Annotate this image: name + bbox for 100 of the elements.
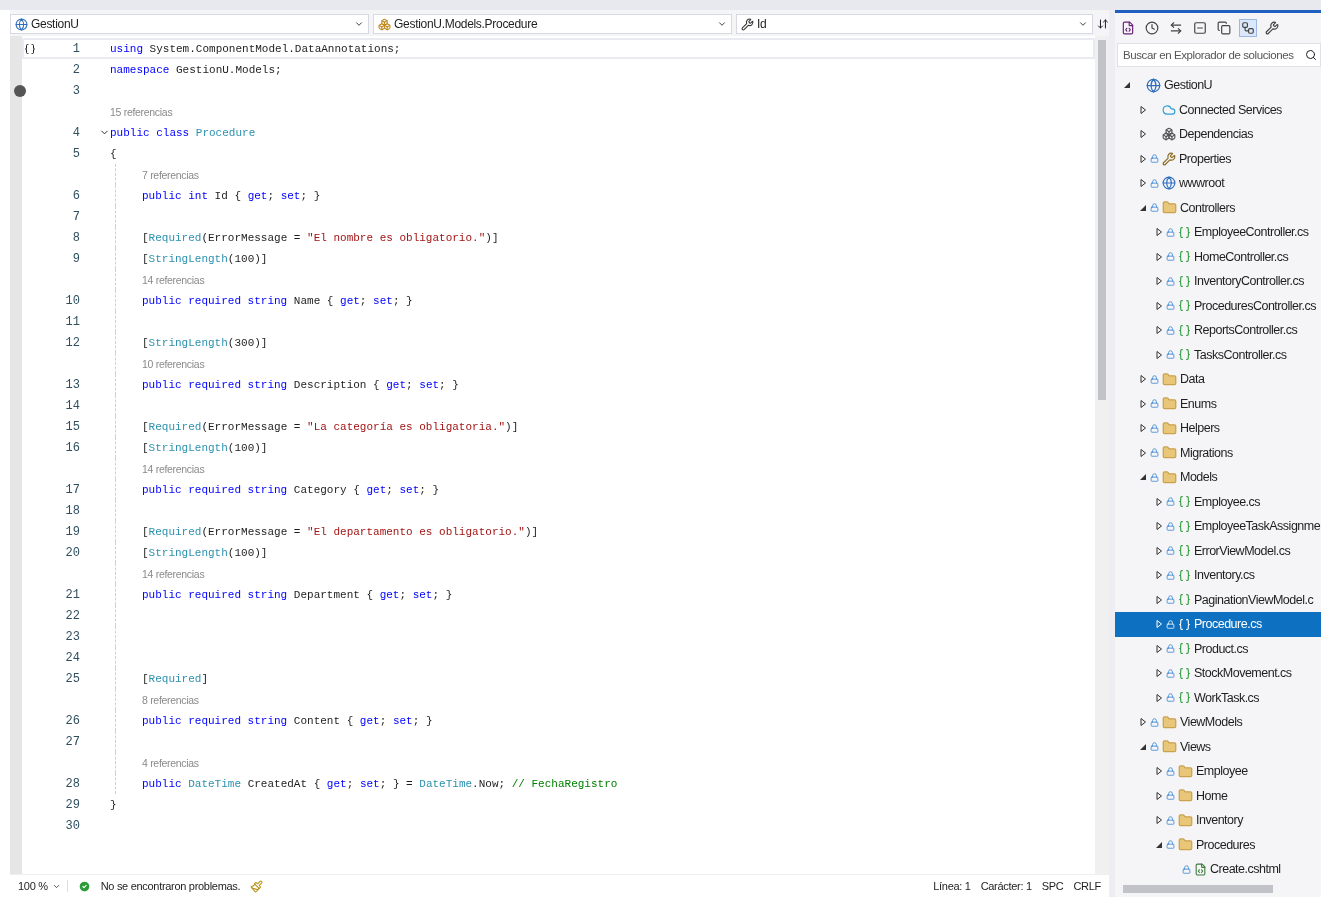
reference-count[interactable]: 14 referencias [142,273,205,286]
code-line: namespace GestionU.Models; [110,63,282,76]
problems-status[interactable]: No se encontraron problemas. [100,880,241,892]
tree-item[interactable]: ProceduresController.cs [1115,293,1321,318]
collapsed-arrow-icon[interactable] [1155,693,1163,702]
collapsed-arrow-icon[interactable] [1139,375,1147,384]
tree-item[interactable]: Home [1115,783,1321,808]
tree-item[interactable]: Controllers [1115,195,1321,220]
line-number: 14 [64,398,80,413]
search-field[interactable]: Buscar en Explorador de soluciones [1117,43,1321,67]
vertical-scrollbar[interactable] [1095,36,1109,874]
line-number: 7 [71,209,80,224]
tree-item[interactable]: Connected Services [1115,97,1321,122]
collapsed-arrow-icon[interactable] [1155,595,1163,604]
collapsed-arrow-icon[interactable] [1139,448,1147,457]
tree-item[interactable]: Dependencias [1115,122,1321,147]
tree-item[interactable]: Procedures [1115,832,1321,857]
expanded-arrow-icon[interactable] [1139,203,1147,212]
collapsed-arrow-icon[interactable] [1139,105,1147,114]
tree-item[interactable]: InventoryController.cs [1115,269,1321,294]
reference-count[interactable]: 14 referencias [142,567,205,580]
collapsed-arrow-icon[interactable] [1155,767,1163,776]
collapsed-arrow-icon[interactable] [1155,522,1163,531]
collapsed-arrow-icon[interactable] [1139,154,1147,163]
collapsed-arrow-icon[interactable] [1155,669,1163,678]
tree-item[interactable]: PaginationViewModel.c [1115,587,1321,612]
whitespace-indicator[interactable]: SPC [1041,880,1064,892]
collapsed-arrow-icon[interactable] [1155,546,1163,555]
collapsed-arrow-icon[interactable] [1155,816,1163,825]
line-ending-indicator[interactable]: CRLF [1073,880,1101,892]
tree-item[interactable]: StockMovement.cs [1115,661,1321,686]
tree-item[interactable]: Data [1115,367,1321,392]
line-number: 4 [71,125,80,140]
tree-item[interactable]: Employee.cs [1115,489,1321,514]
tree-item[interactable]: Views [1115,734,1321,759]
tree-item[interactable]: HomeController.cs [1115,244,1321,269]
collapse-icon[interactable] [1191,19,1209,37]
tree-item[interactable]: Procedure.cs [1115,612,1321,637]
zoom-level[interactable]: 100 % [18,880,48,892]
expanded-arrow-icon[interactable] [1139,742,1147,751]
tree-item[interactable]: EmployeeTaskAssignme [1115,514,1321,539]
collapsed-arrow-icon[interactable] [1139,179,1147,188]
expanded-arrow-icon[interactable] [1139,473,1147,482]
collapsed-arrow-icon[interactable] [1155,350,1163,359]
tree-item[interactable]: Employee [1115,759,1321,784]
line-indicator[interactable]: Línea: 1 [933,880,971,892]
reference-count[interactable]: 8 referencias [142,693,199,706]
collapsed-arrow-icon[interactable] [1155,252,1163,261]
column-indicator[interactable]: Carácter: 1 [980,880,1032,892]
tree-item[interactable]: TasksController.cs [1115,342,1321,367]
expanded-arrow-icon[interactable] [1123,81,1131,90]
clock-icon[interactable] [1143,19,1161,37]
tree-item[interactable]: Inventory.cs [1115,563,1321,588]
tree-item[interactable]: Inventory [1115,808,1321,833]
navigation-dropdown[interactable]: GestionU.Models.Procedure [373,14,733,34]
tree-item[interactable]: EmployeeController.cs [1115,220,1321,245]
tree-item[interactable]: Models [1115,465,1321,490]
line-number: 19 [64,524,80,539]
tree-item[interactable]: Enums [1115,391,1321,416]
collapsed-arrow-icon[interactable] [1155,228,1163,237]
collapsed-arrow-icon[interactable] [1139,424,1147,433]
tree-item[interactable]: GestionU [1115,73,1321,98]
navigation-dropdown[interactable]: GestionU [10,14,370,34]
collapsed-arrow-icon[interactable] [1155,301,1163,310]
tree-item[interactable]: Create.cshtml [1115,857,1321,881]
collapsed-arrow-icon[interactable] [1139,130,1147,139]
collapsed-arrow-icon[interactable] [1155,497,1163,506]
collapsed-arrow-icon[interactable] [1155,571,1163,580]
brush-icon[interactable] [250,879,264,893]
tree-item[interactable]: Properties [1115,146,1321,171]
reference-count[interactable]: 4 referencias [142,756,199,769]
tree-item[interactable]: wwwroot [1115,171,1321,196]
split-icon[interactable] [1097,18,1110,30]
tree-item[interactable]: Helpers [1115,416,1321,441]
reference-count[interactable]: 7 referencias [142,168,199,181]
hierarchy-icon[interactable] [1239,19,1257,37]
copy-icon[interactable] [1215,19,1233,37]
reference-count[interactable]: 14 referencias [142,462,205,475]
collapsed-arrow-icon[interactable] [1155,791,1163,800]
collapsed-arrow-icon[interactable] [1155,277,1163,286]
reference-count[interactable]: 15 referencias [110,105,173,118]
tree-item[interactable]: Migrations [1115,440,1321,465]
tree-item[interactable]: ErrorViewModel.cs [1115,538,1321,563]
expanded-arrow-icon[interactable] [1155,840,1163,849]
tree-item[interactable]: WorkTask.cs [1115,685,1321,710]
navigation-dropdown[interactable]: Id [736,14,1094,34]
line-number: 2 [71,62,80,77]
collapsed-arrow-icon[interactable] [1139,399,1147,408]
collapsed-arrow-icon[interactable] [1155,644,1163,653]
tree-item[interactable]: Product.cs [1115,636,1321,661]
collapsed-arrow-icon[interactable] [1139,718,1147,727]
line-number: 10 [64,293,80,308]
tree-item[interactable]: ViewModels [1115,710,1321,735]
line-number: 13 [64,377,80,392]
collapsed-arrow-icon[interactable] [1155,326,1163,335]
outline-icon [24,42,36,55]
reference-count[interactable]: 10 referencias [142,357,205,370]
line-number: 28 [64,776,80,791]
tree-item[interactable]: ReportsController.cs [1115,318,1321,343]
wrench-icon[interactable] [1263,19,1281,37]
